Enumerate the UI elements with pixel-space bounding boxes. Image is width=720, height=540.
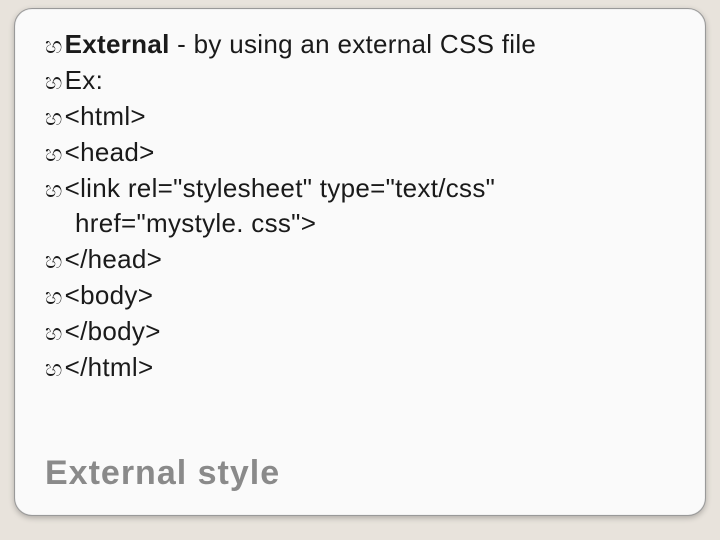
bullet-icon: හ — [45, 139, 63, 169]
list-item: හ<head> — [45, 135, 675, 171]
slide-content: හExternal - by using an external CSS fil… — [45, 27, 675, 386]
bullet-icon: හ — [45, 175, 63, 205]
bullet-icon: හ — [45, 318, 63, 348]
line-text: <link rel="stylesheet" type="text/css" — [65, 173, 496, 203]
bullet-icon: හ — [45, 103, 63, 133]
slide-card: හExternal - by using an external CSS fil… — [14, 8, 706, 516]
bold-text: External — [65, 29, 170, 59]
list-item: හExternal - by using an external CSS fil… — [45, 27, 675, 63]
list-item: හ<link rel="stylesheet" type="text/css" — [45, 171, 675, 207]
line-text: - by using an external CSS file — [170, 29, 537, 59]
line-text: </head> — [65, 244, 163, 274]
line-text: href="mystyle. css"> — [75, 208, 316, 238]
slide-title: External style — [45, 454, 280, 493]
line-text: <html> — [65, 101, 146, 131]
bullet-icon: හ — [45, 31, 63, 61]
list-item: හ<body> — [45, 278, 675, 314]
line-text: <body> — [65, 280, 154, 310]
list-item: හ</html> — [45, 350, 675, 386]
list-item: හEx: — [45, 63, 675, 99]
line-text: </html> — [65, 352, 154, 382]
bullet-icon: හ — [45, 67, 63, 97]
bullet-icon: හ — [45, 282, 63, 312]
line-text: </body> — [65, 316, 161, 346]
line-text: Ex: — [65, 65, 103, 95]
list-item: හ</body> — [45, 314, 675, 350]
list-item-continuation: href="mystyle. css"> — [45, 206, 675, 242]
bullet-icon: හ — [45, 354, 63, 384]
list-item: හ<html> — [45, 99, 675, 135]
bullet-icon: හ — [45, 246, 63, 276]
line-text: <head> — [65, 137, 155, 167]
list-item: හ</head> — [45, 242, 675, 278]
